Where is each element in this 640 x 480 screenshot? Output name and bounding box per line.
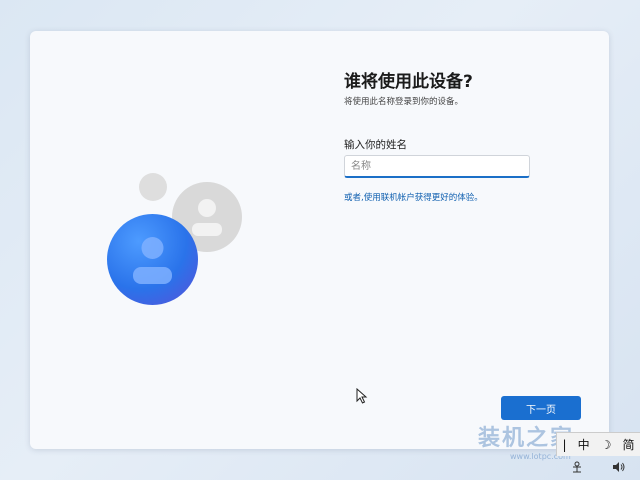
mouse-cursor-icon xyxy=(356,388,368,404)
volume-icon[interactable] xyxy=(612,461,626,476)
next-button[interactable]: 下一页 xyxy=(501,396,581,420)
name-field-label: 输入你的姓名 xyxy=(344,139,407,151)
user-avatar-icon xyxy=(107,214,198,305)
system-tray xyxy=(556,456,640,480)
page-title: 谁将使用此设备? xyxy=(344,72,473,92)
ime-mode-toggle[interactable]: 中 xyxy=(578,436,590,453)
ime-caret: | xyxy=(562,437,567,452)
ime-toolbar: | 中 ☽ 简 xyxy=(556,432,640,456)
ime-script-toggle[interactable]: 简 xyxy=(622,436,634,453)
moon-icon[interactable]: ☽ xyxy=(601,438,612,452)
page-subtitle: 将使用此名称登录到你的设备。 xyxy=(344,97,464,107)
network-icon[interactable] xyxy=(571,461,583,476)
name-input[interactable] xyxy=(344,155,530,178)
small-avatar-icon xyxy=(139,173,167,201)
online-account-link[interactable]: 或者,使用联机帐户获得更好的体验。 xyxy=(344,191,483,203)
